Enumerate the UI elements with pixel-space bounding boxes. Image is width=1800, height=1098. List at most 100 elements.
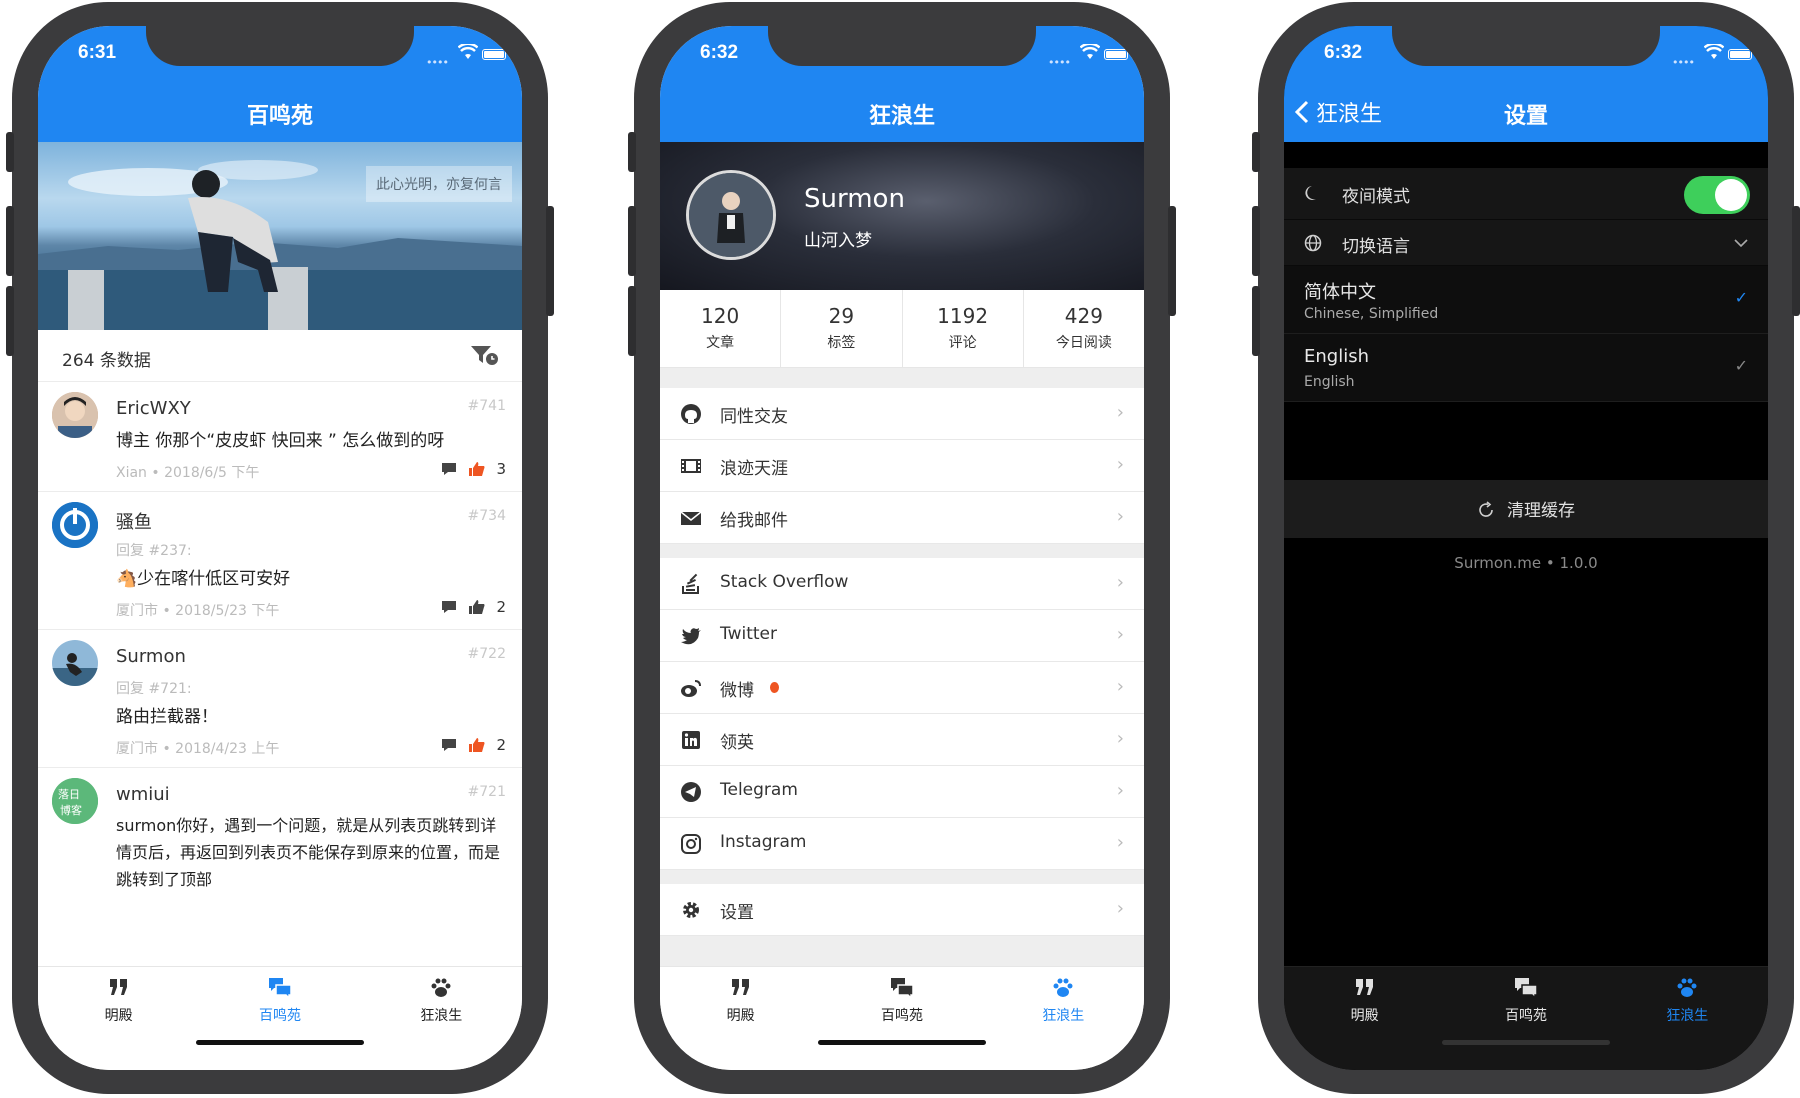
comment-text: 博主 你那个“皮皮虾 快回来 ” 怎么做到的呀	[116, 431, 445, 451]
menu-item-stackoverflow[interactable]: Stack Overflow ›	[660, 558, 1144, 610]
menu-item-settings[interactable]: 设置 ›	[660, 884, 1144, 936]
film-icon	[681, 459, 701, 473]
tab-label: 明殿	[726, 1008, 755, 1024]
wifi-icon	[458, 44, 478, 59]
comment-meta: 厦门市 • 2018/5/23 下午	[116, 603, 280, 619]
quote-icon	[1355, 979, 1373, 995]
tab-mingdian[interactable]: 明殿	[1284, 967, 1445, 1070]
language-label: 切换语言	[1342, 237, 1410, 257]
tab-mingdian[interactable]: 明殿	[660, 967, 821, 1070]
menu-label: Stack Overflow	[720, 572, 849, 592]
version-text: Surmon.me • 1.0.0	[1454, 554, 1598, 572]
tab-label: 明殿	[1350, 1008, 1379, 1024]
chevron-right-icon: ›	[1116, 728, 1124, 749]
section-divider	[660, 870, 1144, 884]
page-title: 设置	[1503, 104, 1548, 129]
tab-label: 百鸣苑	[880, 1008, 923, 1024]
stats-bar: 120 文章 29 标签 1192 评论 429 今日阅读	[660, 290, 1144, 368]
language-row[interactable]: 切换语言	[1284, 220, 1768, 266]
home-indicator[interactable]	[1442, 1040, 1610, 1045]
menu-item-weibo[interactable]: 微博 ›	[660, 662, 1144, 714]
battery-icon	[482, 49, 506, 60]
comment-item[interactable]: 落日 博客 wmiui #721 surmon你好，遇到一个问题，就是从列表页跳转…	[38, 768, 522, 968]
comment-text: surmon你好，遇到一个问题，就是从列表页跳转到详情页后，再返回到列表页不能保…	[116, 816, 501, 889]
comment-actions: 2	[440, 736, 506, 754]
tab-label: 百鸣苑	[258, 1008, 301, 1024]
tab-kuanglangsheng[interactable]: 狂浪生	[1607, 967, 1768, 1070]
comment-item[interactable]: Surmon #722 回复 #721: 路由拦截器！ 厦门市 • 2018/4…	[38, 630, 522, 768]
telegram-icon	[681, 782, 701, 802]
chat-icon	[1514, 978, 1538, 999]
menu-item-telegram[interactable]: Telegram ›	[660, 766, 1144, 818]
reply-reference[interactable]: 回复 #721:	[116, 678, 192, 698]
stat-today-reads: 429 今日阅读	[1024, 290, 1144, 367]
volume-down-button	[6, 286, 14, 356]
comment-text: 路由拦截器！	[116, 707, 218, 727]
reply-reference[interactable]: 回复 #237:	[116, 540, 192, 560]
comment-item[interactable]: 骚鱼 #734 回复 #237: 🐴少在喀什低区可安好 厦门市 • 2018/5…	[38, 492, 522, 630]
check-icon: ✓	[1734, 288, 1748, 307]
like-icon[interactable]	[468, 737, 486, 753]
power-button	[546, 206, 554, 316]
menu-item-email[interactable]: 给我邮件 ›	[660, 492, 1144, 544]
svg-text:博客: 博客	[60, 803, 82, 817]
reply-icon[interactable]	[440, 461, 458, 477]
chevron-right-icon: ›	[1116, 624, 1124, 645]
language-option-zh[interactable]: 简体中文 Chinese, Simplified ✓	[1284, 266, 1768, 334]
night-mode-row: 夜间模式	[1284, 168, 1768, 220]
comment-item[interactable]: EricWXY #741 博主 你那个“皮皮虾 快回来 ” 怎么做到的呀 Xia…	[38, 382, 522, 492]
status-time: 6:31	[78, 42, 117, 63]
power-button	[1168, 206, 1176, 316]
tab-bar: 明殿 百鸣苑 狂浪生	[1284, 966, 1768, 1070]
tab-kuanglangsheng[interactable]: 狂浪生	[983, 967, 1144, 1070]
tab-baimingyuan[interactable]: 百鸣苑	[1445, 967, 1606, 1070]
section-divider	[660, 368, 1144, 388]
menu-item-github[interactable]: 同性交友 ›	[660, 388, 1144, 440]
volume-up-button	[1252, 206, 1260, 276]
mute-switch	[6, 132, 14, 172]
section-divider	[660, 544, 1144, 558]
linkedin-icon	[682, 731, 700, 749]
home-indicator[interactable]	[196, 1040, 364, 1045]
instagram-icon	[681, 834, 701, 854]
night-mode-toggle[interactable]	[1684, 176, 1750, 214]
menu-item-linkedin[interactable]: 领英 ›	[660, 714, 1144, 766]
svg-text:落日: 落日	[58, 788, 80, 801]
chevron-right-icon: ›	[1116, 572, 1124, 593]
github-icon	[681, 404, 701, 424]
avatar: 落日 博客	[52, 778, 98, 824]
tab-label: 狂浪生	[420, 1008, 463, 1024]
language-name: 简体中文	[1304, 282, 1376, 303]
tab-baimingyuan[interactable]: 百鸣苑	[199, 967, 360, 1070]
check-icon: ✓	[1734, 356, 1748, 375]
language-option-en[interactable]: English English ✓	[1284, 334, 1768, 402]
notch	[1392, 26, 1660, 66]
clear-cache-button[interactable]: 清理缓存	[1284, 480, 1768, 538]
reply-icon[interactable]	[440, 599, 458, 615]
like-icon[interactable]	[468, 599, 486, 615]
tab-baimingyuan[interactable]: 百鸣苑	[821, 967, 982, 1070]
night-mode-label: 夜间模式	[1342, 187, 1410, 207]
profile-avatar[interactable]	[686, 170, 776, 260]
stat-articles: 120 文章	[660, 290, 782, 367]
tab-kuanglangsheng[interactable]: 狂浪生	[361, 967, 522, 1070]
like-icon[interactable]	[468, 461, 486, 477]
tab-mingdian[interactable]: 明殿	[38, 967, 199, 1070]
menu-item-instagram[interactable]: Instagram ›	[660, 818, 1144, 870]
volume-down-button	[1252, 286, 1260, 356]
avatar-logo: 落日博客	[52, 778, 98, 824]
filter-icon[interactable]	[470, 344, 498, 366]
stat-label: 评论	[948, 335, 977, 351]
menu-item-twitter[interactable]: Twitter ›	[660, 610, 1144, 662]
comment-number: #721	[467, 784, 506, 800]
reply-icon[interactable]	[440, 737, 458, 753]
clear-cache-label: 清理缓存	[1507, 501, 1575, 521]
page-title: 狂浪生	[868, 104, 935, 129]
chevron-right-icon: ›	[1116, 898, 1124, 919]
stat-tags: 29 标签	[781, 290, 903, 367]
screen-profile: 狂浪生 6:32 •••• Surmon 山河入梦 120 文章 29 标签 119…	[660, 26, 1144, 1070]
home-indicator[interactable]	[818, 1040, 986, 1045]
menu-item-travel[interactable]: 浪迹天涯 ›	[660, 440, 1144, 492]
tab-label: 明殿	[104, 1008, 133, 1024]
chevron-right-icon: ›	[1116, 454, 1124, 475]
